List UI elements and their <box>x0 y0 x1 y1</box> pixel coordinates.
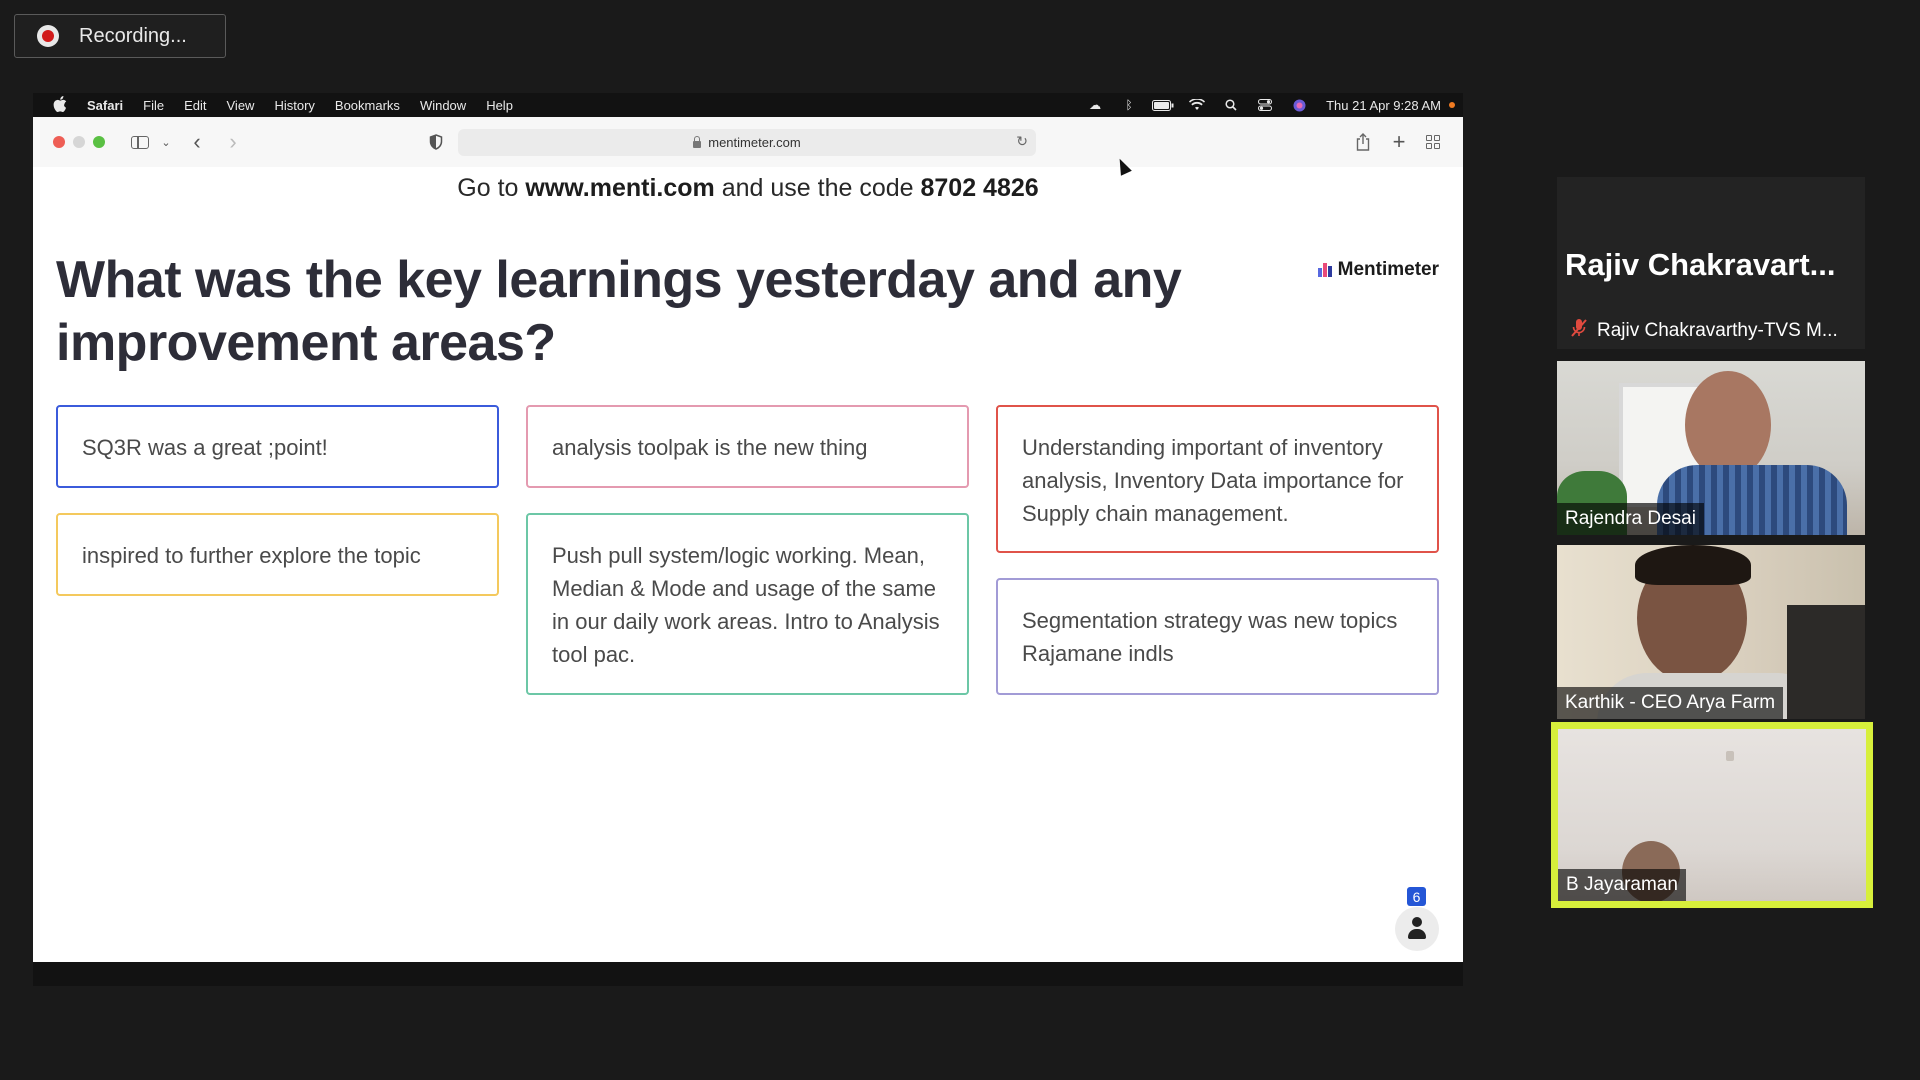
participant-tile[interactable]: Karthik - CEO Arya Farm <box>1557 545 1865 719</box>
response-text: Push pull system/logic working. Mean, Me… <box>552 543 940 667</box>
response-card: analysis toolpak is the new thing <box>526 405 969 488</box>
recording-indicator[interactable]: Recording... <box>14 14 226 58</box>
participant-count-badge: 6 <box>1407 887 1426 906</box>
wifi-icon[interactable] <box>1186 98 1208 112</box>
mentimeter-slide: Go to www.menti.com and use the code 870… <box>33 167 1463 962</box>
minimize-window-button[interactable] <box>73 136 85 148</box>
response-card: Understanding important of inventory ana… <box>996 405 1439 553</box>
chevron-down-icon[interactable]: ⌄ <box>159 129 173 155</box>
zoom-window-button[interactable] <box>93 136 105 148</box>
ceiling-fixture <box>1726 751 1734 761</box>
apple-icon[interactable] <box>53 95 69 115</box>
menu-bookmarks[interactable]: Bookmarks <box>335 98 400 113</box>
mentimeter-logo: Mentimeter <box>1317 259 1439 281</box>
bluetooth-icon[interactable]: ᛒ <box>1118 98 1140 112</box>
reload-icon[interactable]: ↻ <box>1016 133 1028 150</box>
sidebar-toggle-icon[interactable] <box>129 129 151 155</box>
menu-view[interactable]: View <box>227 98 255 113</box>
menu-window[interactable]: Window <box>420 98 466 113</box>
menu-edit[interactable]: Edit <box>184 98 206 113</box>
mac-menubar: Safari File Edit View History Bookmarks … <box>33 93 1463 117</box>
join-code: 8702 4826 <box>920 174 1039 202</box>
screen-bottom-bar <box>33 962 1463 986</box>
join-instructions: Go to www.menti.com and use the code 870… <box>33 174 1463 203</box>
active-speaker-tile[interactable]: B Jayaraman <box>1551 722 1873 908</box>
lock-icon <box>693 136 702 148</box>
mic-muted-icon <box>1571 318 1587 344</box>
share-icon[interactable] <box>1353 129 1373 155</box>
join-mid: and use the code <box>714 174 921 202</box>
join-prefix: Go to <box>457 174 526 202</box>
participant-video: B Jayaraman <box>1558 729 1866 901</box>
battery-icon[interactable] <box>1152 98 1174 112</box>
control-center-icon[interactable] <box>1254 98 1276 112</box>
participant-tile[interactable]: Rajiv Chakravart... Rajiv Chakravarthy-T… <box>1557 177 1865 349</box>
menu-help[interactable]: Help <box>486 98 513 113</box>
participant-tile[interactable]: Rajendra Desai <box>1557 361 1865 535</box>
participant-caption: B Jayaraman <box>1558 869 1686 901</box>
participant-counter[interactable]: 6 <box>1393 887 1441 951</box>
response-text: SQ3R was a great ;point! <box>82 435 328 460</box>
participant-caption: Rajendra Desai <box>1557 503 1704 535</box>
record-icon <box>37 25 59 47</box>
mentimeter-bars-icon <box>1317 263 1332 277</box>
participant-name: Rajiv Chakravarthy-TVS M... <box>1597 320 1838 341</box>
url-text: mentimeter.com <box>708 135 801 150</box>
recording-label: Recording... <box>79 24 187 47</box>
new-tab-icon[interactable]: + <box>1389 129 1409 155</box>
tab-overview-icon[interactable] <box>1423 129 1443 155</box>
recording-dot-icon <box>1449 102 1455 108</box>
brand-name: Mentimeter <box>1337 259 1439 280</box>
participant-video <box>1685 371 1771 479</box>
response-card: inspired to further explore the topic <box>56 513 499 596</box>
response-card: Segmentation strategy was new topics Raj… <box>996 578 1439 695</box>
menu-app-safari[interactable]: Safari <box>87 98 123 113</box>
privacy-shield-icon[interactable] <box>427 129 445 155</box>
safari-toolbar: ⌄ ‹ › mentimeter.com ↻ + <box>33 117 1463 168</box>
close-window-button[interactable] <box>53 136 65 148</box>
response-text: inspired to further explore the topic <box>82 543 421 568</box>
response-text: Understanding important of inventory ana… <box>1022 435 1404 526</box>
response-card: Push pull system/logic working. Mean, Me… <box>526 513 969 695</box>
menu-history[interactable]: History <box>274 98 314 113</box>
cloud-sync-icon[interactable]: ☁ <box>1084 98 1106 112</box>
join-site: www.menti.com <box>525 174 715 202</box>
participant-caption: Rajiv Chakravarthy-TVS M... <box>1557 313 1865 349</box>
person-icon <box>1395 907 1439 951</box>
participant-caption: Karthik - CEO Arya Farm <box>1557 687 1784 719</box>
response-card: SQ3R was a great ;point! <box>56 405 499 488</box>
menubar-clock[interactable]: Thu 21 Apr 9:28 AM <box>1326 98 1441 113</box>
slide-question: What was the key learnings yesterday and… <box>56 251 1182 372</box>
spotlight-search-icon[interactable] <box>1220 98 1242 112</box>
siri-icon[interactable] <box>1288 98 1310 112</box>
back-button-icon[interactable]: ‹ <box>189 129 205 155</box>
response-text: analysis toolpak is the new thing <box>552 435 868 460</box>
chair <box>1787 605 1865 719</box>
participant-display-name: Rajiv Chakravart... <box>1565 247 1836 282</box>
response-text: Segmentation strategy was new topics Raj… <box>1022 608 1398 666</box>
menu-file[interactable]: File <box>143 98 164 113</box>
forward-button-icon[interactable]: › <box>225 129 241 155</box>
address-bar[interactable]: mentimeter.com ↻ <box>458 129 1036 156</box>
shared-screen: Safari File Edit View History Bookmarks … <box>33 93 1463 986</box>
participant-hair <box>1635 545 1751 585</box>
